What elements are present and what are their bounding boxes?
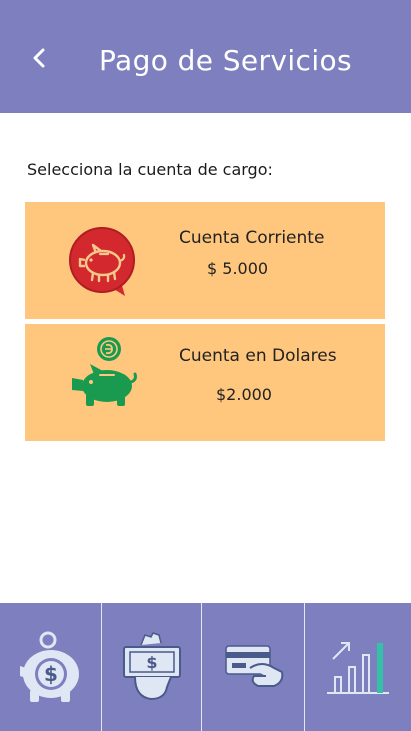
nav-item-savings[interactable]: $ — [0, 603, 101, 731]
nav-item-stats[interactable] — [304, 603, 411, 731]
piggy-bank-coin-icon — [69, 336, 139, 412]
svg-text:$: $ — [44, 662, 58, 686]
back-button[interactable] — [22, 40, 58, 76]
nav-item-cards[interactable] — [201, 603, 304, 731]
account-balance: $ 5.000 — [207, 259, 269, 278]
svg-text:$: $ — [146, 653, 157, 672]
account-card-cuenta-corriente[interactable]: Cuenta Corriente $ 5.000 — [25, 202, 385, 319]
bottom-navigation: $ $ — [0, 603, 411, 731]
account-card-cuenta-dolares[interactable]: Cuenta en Dolares $2.000 — [25, 324, 385, 441]
chevron-left-icon — [33, 48, 45, 68]
piggy-bank-red-icon — [69, 226, 139, 302]
nav-item-cash[interactable]: $ — [101, 603, 201, 731]
select-account-prompt: Selecciona la cuenta de cargo: — [27, 160, 273, 179]
page-title: Pago de Servicios — [99, 44, 353, 77]
account-name: Cuenta Corriente — [179, 228, 325, 248]
bar-chart-growth-icon — [327, 642, 389, 694]
account-balance: $2.000 — [216, 385, 272, 404]
card-payment-icon — [225, 645, 284, 687]
piggy-bank-dollar-icon: $ — [19, 631, 79, 702]
account-name: Cuenta en Dolares — [179, 346, 337, 366]
cash-hand-icon: $ — [122, 632, 181, 701]
header: Pago de Servicios — [0, 0, 411, 113]
